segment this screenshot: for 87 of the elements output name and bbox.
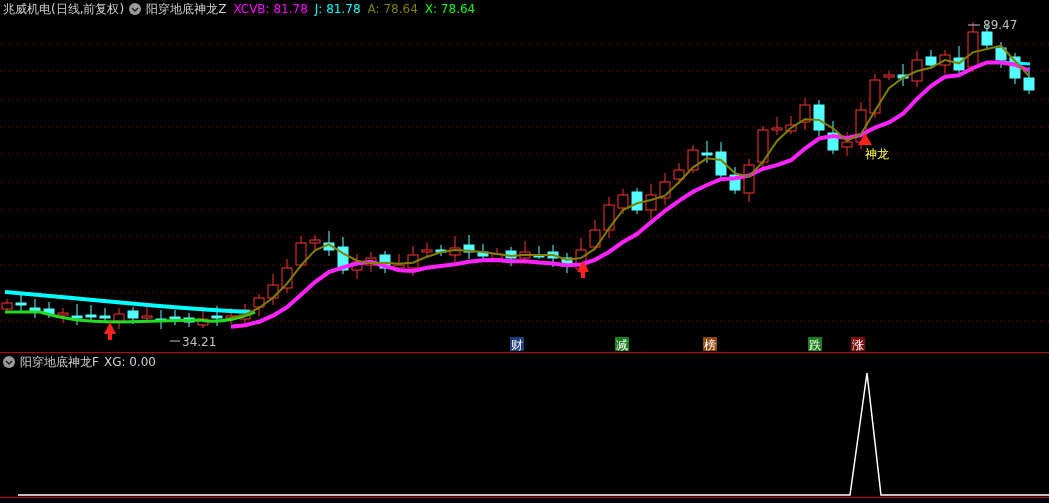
candlestick: [687, 144, 699, 174]
candlestick: [43, 301, 55, 319]
indicator-value: XCVB: 81.78: [233, 2, 308, 16]
leader-line: [169, 340, 181, 342]
event-tag[interactable]: 涨: [851, 337, 865, 352]
candlestick: [407, 245, 419, 277]
candlestick: [323, 230, 335, 257]
candlestick: [659, 172, 671, 206]
candlestick: [589, 219, 601, 251]
candlestick: [29, 298, 41, 319]
event-tag[interactable]: 榜: [703, 337, 717, 352]
low-price-label: 34.21: [182, 335, 217, 349]
candlestick: [379, 250, 391, 274]
candlestick: [771, 116, 783, 136]
candlestick: [253, 293, 265, 317]
candlestick: [883, 70, 895, 81]
candlestick: [925, 49, 937, 70]
indicator-value: A: 78.64: [367, 2, 418, 16]
candlestick: [617, 188, 629, 215]
candlestick: [897, 63, 909, 87]
candlestick: [673, 162, 685, 185]
candlestick: [211, 305, 223, 327]
candlestick: [519, 240, 531, 265]
candlestick: [351, 253, 363, 280]
event-tag[interactable]: 减: [615, 337, 629, 352]
candlestick: [71, 303, 83, 326]
candlestick: [967, 21, 979, 73]
candlestick: [309, 234, 321, 252]
triangle-icon: [858, 133, 872, 145]
indicator-value: X: 78.64: [424, 2, 476, 16]
candlestick: [561, 252, 573, 274]
candlestick: [911, 50, 923, 88]
candlestick: [1023, 66, 1035, 95]
event-tag[interactable]: 财: [510, 337, 524, 352]
candlestick: [939, 49, 951, 75]
candlestick: [869, 73, 881, 119]
candlestick: [365, 251, 377, 273]
event-tag[interactable]: 跌: [808, 337, 822, 352]
candlestick: [141, 304, 153, 323]
candlestick: [505, 246, 517, 267]
dropdown-icon[interactable]: [129, 3, 142, 15]
high-price-label: 89.47: [983, 18, 1018, 32]
candlestick: [155, 309, 167, 330]
candlestick: [169, 309, 181, 326]
candlestick: [57, 307, 69, 324]
candlestick: [281, 258, 293, 294]
candlestick: [99, 307, 111, 322]
candlestick: [337, 236, 349, 275]
indicator-name: 阳穿地底神龙Z: [146, 0, 227, 18]
signal-label: 神龙: [865, 147, 889, 161]
candlestick: [645, 183, 657, 220]
candlestick: [995, 41, 1007, 69]
candlestick: [547, 244, 559, 268]
indicator-name: 阳穿地底神龙F: [20, 353, 99, 371]
candlestick: [841, 131, 853, 157]
candlestick: [757, 125, 769, 170]
candlestick: [267, 273, 279, 306]
candlestick: [295, 235, 307, 269]
candlestick: [813, 99, 825, 137]
candlestick: [1009, 52, 1021, 85]
candlestick: [603, 196, 615, 239]
candlestick: [743, 158, 755, 203]
candlestick: [183, 312, 195, 328]
stock-title: 兆威机电(日线,前复权): [3, 0, 125, 18]
candlestick: [701, 140, 713, 164]
candlestick: [239, 303, 251, 324]
candlestick: [225, 307, 237, 325]
candlestick: [799, 97, 811, 131]
dropdown-icon[interactable]: [3, 356, 15, 368]
indicator-value: J: 81.78: [314, 2, 361, 16]
candlestick: [631, 187, 643, 215]
leader-line: [967, 24, 981, 26]
candlestick: [827, 120, 839, 155]
candlestick: [463, 234, 475, 260]
candlestick: [435, 244, 447, 257]
candlestick: [85, 304, 97, 322]
candlestick: [421, 242, 433, 259]
candlestick: [113, 307, 125, 330]
candlestick: [393, 253, 405, 272]
indicator-value: XG: 0.00: [103, 355, 156, 369]
up-arrow-icon: [104, 322, 116, 340]
candlestick: [533, 245, 545, 260]
candlestick: [449, 235, 461, 265]
candlestick: [729, 166, 741, 195]
candlestick: [785, 115, 797, 135]
up-arrow-icon: [577, 260, 589, 278]
candlestick: [127, 306, 139, 325]
